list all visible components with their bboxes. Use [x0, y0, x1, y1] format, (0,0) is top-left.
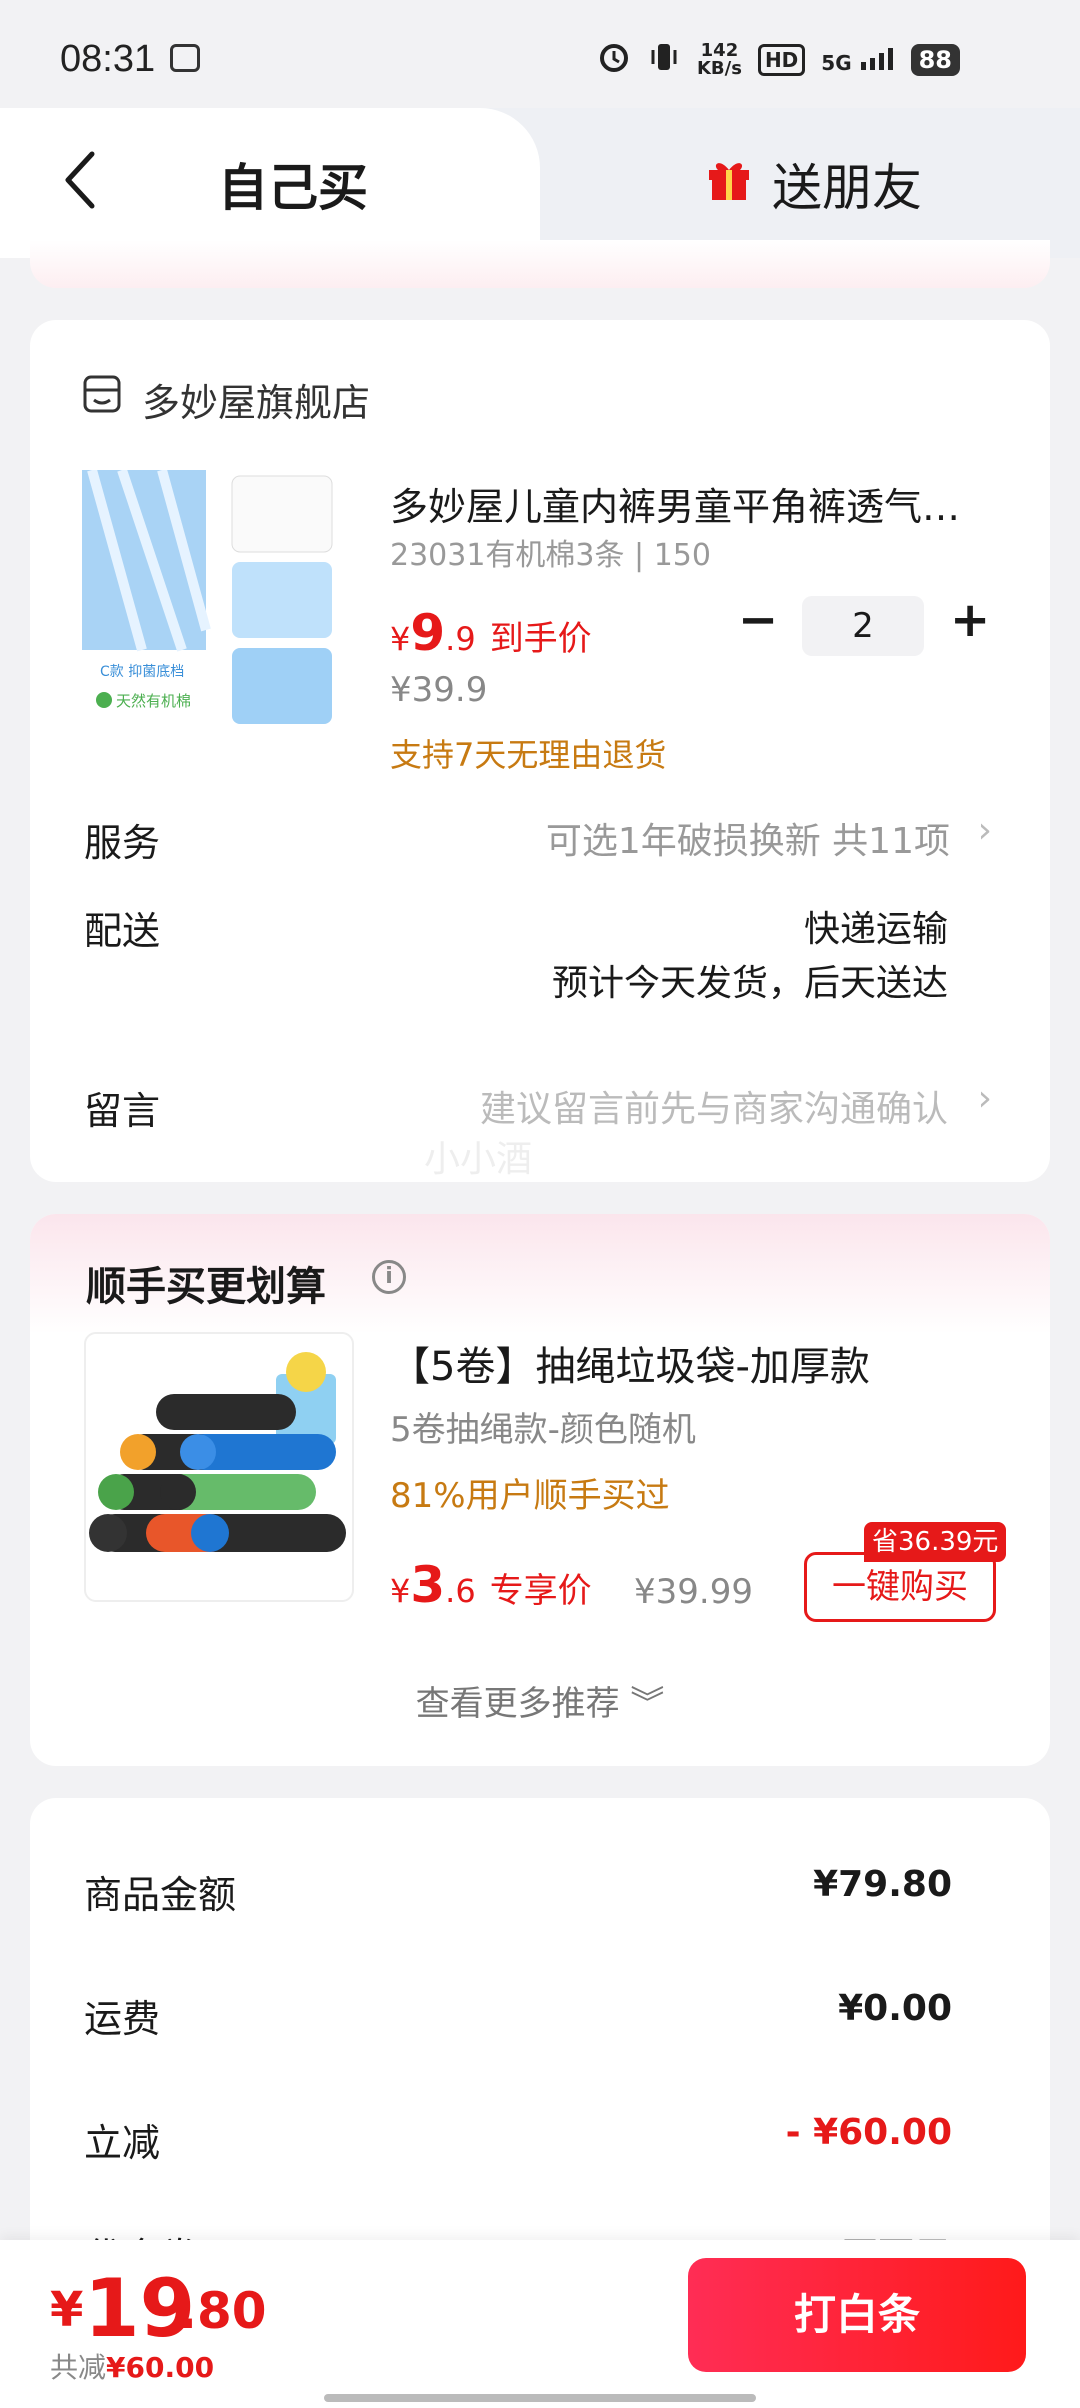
original-price: ¥39.9 [390, 670, 488, 710]
total-currency: ¥ [50, 2282, 84, 2338]
signal-icon: 5G [821, 46, 894, 75]
store-name[interactable]: 多妙屋旗舰店 [142, 372, 370, 427]
saved-prefix: 共减 [50, 2351, 107, 2384]
note-label: 留言 [84, 1089, 161, 1133]
shipping-label: 运费 [84, 1997, 161, 2041]
price-decimal: .9 [445, 620, 476, 658]
shipping-value: ¥0.00 [838, 1988, 952, 2029]
quantity-plus-button[interactable]: + [950, 596, 990, 644]
delivery-label: 配送 [84, 909, 161, 953]
price-decimal: .6 [445, 1572, 476, 1610]
price-symbol: ¥ [390, 1572, 411, 1610]
price-integer: 3 [410, 1556, 446, 1614]
thumb-caption-2: 天然有机棉 [116, 692, 191, 710]
quantity-minus-button[interactable]: − [738, 596, 778, 644]
service-label: 服务 [84, 821, 161, 865]
gift-icon[interactable] [706, 156, 752, 202]
chevron-right-icon[interactable]: › [978, 1078, 992, 1119]
thumb-caption-1: C款 抑菌底档 [100, 664, 184, 680]
previous-card-bottom [30, 240, 1050, 288]
status-time: 08:31 [60, 38, 156, 80]
price-label: 专享价 [489, 1571, 592, 1611]
vibrate-icon [647, 40, 681, 80]
price-integer: 9 [410, 604, 446, 662]
faded-text: 小小酒 [424, 1139, 533, 1180]
pay-button[interactable]: 打白条 [688, 2258, 1026, 2372]
discount-value: - ¥60.00 [785, 2112, 952, 2153]
recommend-price: ¥3.6 专享价 [390, 1556, 592, 1614]
notification-icon [170, 44, 200, 72]
product-thumbnail[interactable]: C款 抑菌底档 天然有机棉 [82, 468, 342, 750]
return-policy: 支持7天无理由退货 [390, 736, 667, 774]
product-title[interactable]: 多妙屋儿童内裤男童平角裤透气… [390, 476, 990, 531]
total-saved: 共减¥60.00 [50, 2346, 214, 2386]
recommend-product-name[interactable]: 【5卷】抽绳垃圾袋-加厚款 [390, 1334, 870, 1392]
hd-badge: HD [757, 44, 806, 76]
total-decimal: .80 [178, 2282, 267, 2340]
net-speed: 142 KB/s [697, 42, 742, 78]
info-icon[interactable]: i [372, 1260, 406, 1294]
service-value[interactable]: 可选1年破损换新 共11项 [546, 812, 950, 864]
delivery-eta: 预计今天发货，后天送达 [551, 963, 948, 1004]
recommend-title: 顺手买更划算 [86, 1264, 326, 1310]
price-label: 到手价 [489, 619, 592, 659]
net-speed-unit: KB/s [696, 58, 742, 79]
save-badge: 省36.39元 [864, 1522, 1007, 1562]
product-spec[interactable]: 23031有机棉3条 | 150 [390, 530, 711, 574]
recommend-social-proof: 81%用户顺手买过 [390, 1476, 670, 1516]
note-input[interactable]: 建议留言前先与商家沟通确认 [480, 1080, 948, 1132]
product-price: ¥9.9 到手价 [390, 604, 592, 662]
saved-value: ¥60.00 [106, 2351, 215, 2384]
one-click-buy-button[interactable]: 一键购买 [804, 1552, 996, 1622]
goods-amount-value: ¥79.80 [813, 1864, 952, 1905]
chevron-right-icon[interactable]: › [978, 810, 992, 851]
battery-indicator: 88 [910, 44, 960, 76]
discount-label: 立减 [84, 2121, 161, 2165]
tab-gift-label[interactable]: 送朋友 [772, 148, 922, 220]
quantity-input[interactable]: 2 [802, 596, 924, 656]
recommend-product-spec[interactable]: 5卷抽绳款-颜色随机 [390, 1402, 696, 1451]
recommend-original-price: ¥39.99 [634, 1572, 753, 1612]
recommend-thumbnail[interactable] [84, 1332, 354, 1602]
more-recommendations-link[interactable]: 查看更多推荐 ︾ [0, 1676, 1080, 1725]
signal-label: 5G [821, 50, 852, 75]
home-indicator[interactable] [324, 2394, 756, 2402]
alarm-icon [597, 40, 631, 80]
goods-amount-label: 商品金额 [84, 1873, 237, 1917]
store-icon [82, 374, 122, 414]
back-arrow-icon[interactable] [60, 150, 100, 210]
price-symbol: ¥ [390, 620, 411, 658]
delivery-method: 快递运输 [803, 909, 948, 950]
tab-self-label[interactable]: 自己买 [218, 148, 368, 220]
status-icons: 142 KB/s HD 5G 88 [597, 40, 960, 80]
